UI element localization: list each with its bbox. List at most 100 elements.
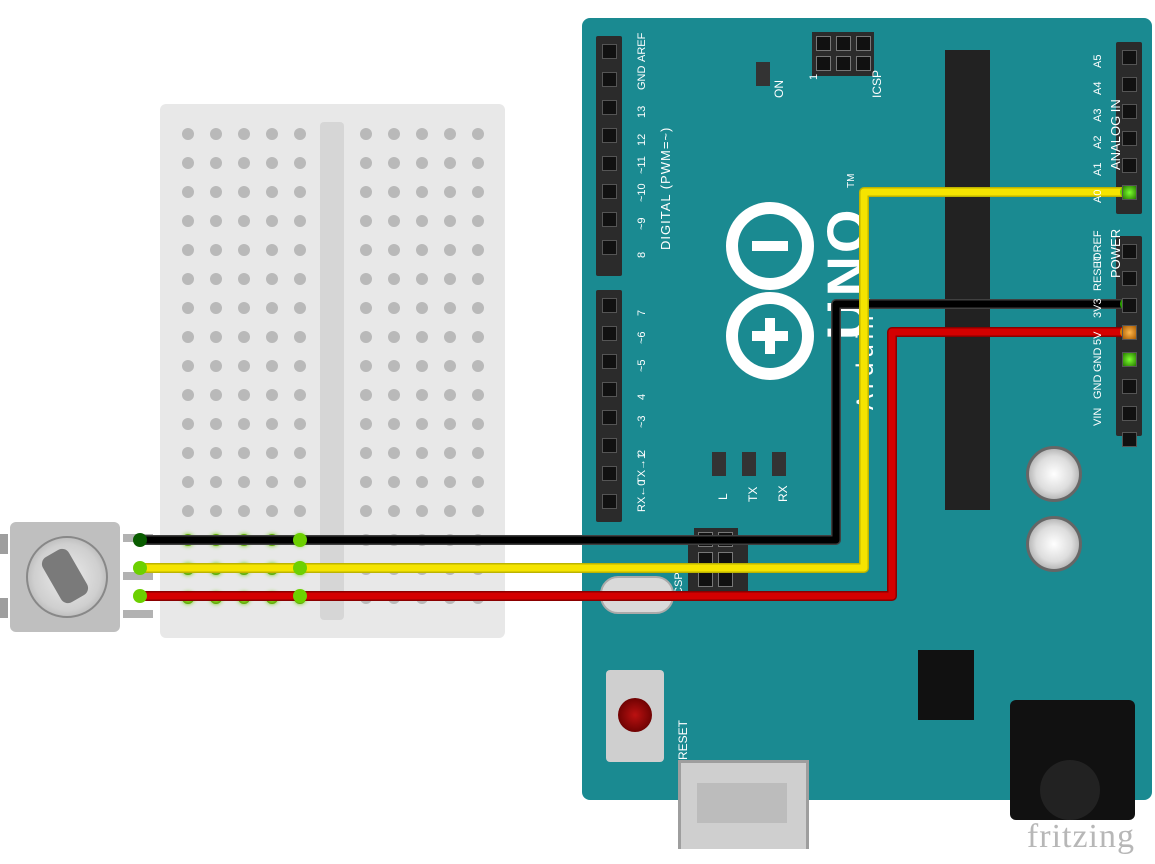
digital-pin-7[interactable] bbox=[602, 298, 617, 313]
power-pin-GND[interactable] bbox=[1122, 352, 1137, 367]
breadboard-hole bbox=[472, 534, 484, 546]
power-pin-3V3[interactable] bbox=[1122, 298, 1137, 313]
breadboard-hole bbox=[444, 128, 456, 140]
breadboard-hole bbox=[388, 592, 400, 604]
digital-pin-5[interactable] bbox=[602, 354, 617, 369]
usb-port[interactable] bbox=[678, 760, 809, 849]
breadboard-hole bbox=[182, 447, 194, 459]
digital-pin-8[interactable] bbox=[602, 240, 617, 255]
digital-pin-AREF[interactable] bbox=[602, 44, 617, 59]
icsp-header-top bbox=[812, 32, 874, 76]
reset-button[interactable] bbox=[606, 670, 664, 762]
digital-pin-label: ~11 bbox=[636, 156, 648, 174]
digital-pin-13[interactable] bbox=[602, 100, 617, 115]
power-pin-5V[interactable] bbox=[1122, 325, 1137, 340]
tx-led bbox=[742, 452, 756, 476]
breadboard-hole bbox=[238, 418, 250, 430]
breadboard-hole bbox=[416, 244, 428, 256]
analog-pin-label: A4 bbox=[1092, 82, 1104, 95]
breadboard-hole bbox=[388, 505, 400, 517]
l-led bbox=[712, 452, 726, 476]
breadboard-hole bbox=[444, 389, 456, 401]
breadboard-hole-used bbox=[182, 534, 194, 546]
analog-pin-A1[interactable] bbox=[1122, 158, 1137, 173]
breadboard-hole bbox=[388, 563, 400, 575]
breadboard-hole bbox=[360, 157, 372, 169]
power-pin-IOREF[interactable] bbox=[1122, 244, 1137, 259]
digital-pin-GND[interactable] bbox=[602, 72, 617, 87]
power-pin-RESET[interactable] bbox=[1122, 271, 1137, 286]
dc-barrel-jack[interactable] bbox=[1010, 700, 1135, 820]
breadboard-hole bbox=[472, 302, 484, 314]
digital-pin-4[interactable] bbox=[602, 382, 617, 397]
digital-pin-RX0[interactable] bbox=[602, 494, 617, 509]
digital-pin-label: AREF bbox=[636, 33, 648, 62]
breadboard-hole bbox=[416, 157, 428, 169]
breadboard-hole bbox=[238, 186, 250, 198]
digital-pin-2[interactable] bbox=[602, 438, 617, 453]
breadboard-hole bbox=[182, 302, 194, 314]
breadboard-hole-used bbox=[294, 592, 306, 604]
digital-pin-9[interactable] bbox=[602, 212, 617, 227]
breadboard-hole bbox=[266, 418, 278, 430]
analog-pin-A5[interactable] bbox=[1122, 50, 1137, 65]
breadboard-hole bbox=[294, 447, 306, 459]
breadboard-hole-used bbox=[210, 592, 222, 604]
analog-pin-label: A3 bbox=[1092, 109, 1104, 122]
breadboard-hole bbox=[182, 215, 194, 227]
analog-pin-A2[interactable] bbox=[1122, 131, 1137, 146]
breadboard-hole bbox=[360, 244, 372, 256]
digital-pin-10[interactable] bbox=[602, 184, 617, 199]
digital-pin-12[interactable] bbox=[602, 128, 617, 143]
breadboard-hole bbox=[294, 302, 306, 314]
digital-pin-TX1[interactable] bbox=[602, 466, 617, 481]
breadboard-hole bbox=[210, 215, 222, 227]
breadboard-hole bbox=[360, 128, 372, 140]
power-pin-GND[interactable] bbox=[1122, 379, 1137, 394]
breadboard-hole bbox=[360, 360, 372, 372]
breadboard-hole bbox=[266, 331, 278, 343]
potentiometer-mount-tab bbox=[0, 598, 8, 618]
analog-pin-label: A1 bbox=[1092, 163, 1104, 176]
power-pin-unused[interactable] bbox=[1122, 432, 1137, 447]
analog-pin-A0[interactable] bbox=[1122, 185, 1137, 200]
breadboard-hole bbox=[472, 563, 484, 575]
breadboard-hole bbox=[360, 273, 372, 285]
power-pin-VIN[interactable] bbox=[1122, 406, 1137, 421]
digital-pin-11[interactable] bbox=[602, 156, 617, 171]
breadboard-hole bbox=[472, 331, 484, 343]
breadboard-hole bbox=[388, 331, 400, 343]
breadboard-hole bbox=[416, 302, 428, 314]
crystal-oscillator bbox=[600, 576, 674, 614]
breadboard-hole bbox=[472, 157, 484, 169]
breadboard-hole bbox=[238, 505, 250, 517]
breadboard-hole bbox=[472, 360, 484, 372]
breadboard-hole bbox=[360, 447, 372, 459]
analog-header-label: ANALOG IN bbox=[1108, 99, 1123, 170]
breadboard-hole bbox=[388, 476, 400, 488]
power-pin-label: RESET bbox=[1092, 254, 1104, 291]
breadboard-hole bbox=[416, 476, 428, 488]
breadboard-hole bbox=[388, 534, 400, 546]
breadboard-hole bbox=[444, 244, 456, 256]
breadboard-hole bbox=[444, 418, 456, 430]
breadboard-hole bbox=[266, 157, 278, 169]
digital-pin-3[interactable] bbox=[602, 410, 617, 425]
breadboard-hole bbox=[210, 505, 222, 517]
breadboard-hole bbox=[210, 128, 222, 140]
analog-pin-label: A0 bbox=[1092, 190, 1104, 203]
breadboard-hole bbox=[182, 157, 194, 169]
breadboard-hole bbox=[472, 505, 484, 517]
breadboard-hole-used bbox=[238, 534, 250, 546]
potentiometer-mount-tab bbox=[0, 534, 8, 554]
breadboard-hole bbox=[266, 505, 278, 517]
power-pin-label: 5V bbox=[1092, 332, 1104, 345]
breadboard-hole bbox=[360, 534, 372, 546]
digital-pin-6[interactable] bbox=[602, 326, 617, 341]
digital-pin-label: 13 bbox=[636, 106, 648, 118]
power-pin-label: 3V3 bbox=[1092, 298, 1104, 318]
analog-pin-A4[interactable] bbox=[1122, 77, 1137, 92]
analog-pin-A3[interactable] bbox=[1122, 104, 1137, 119]
icsp-pin1-label: 1 bbox=[808, 74, 820, 80]
potentiometer bbox=[2, 506, 137, 641]
